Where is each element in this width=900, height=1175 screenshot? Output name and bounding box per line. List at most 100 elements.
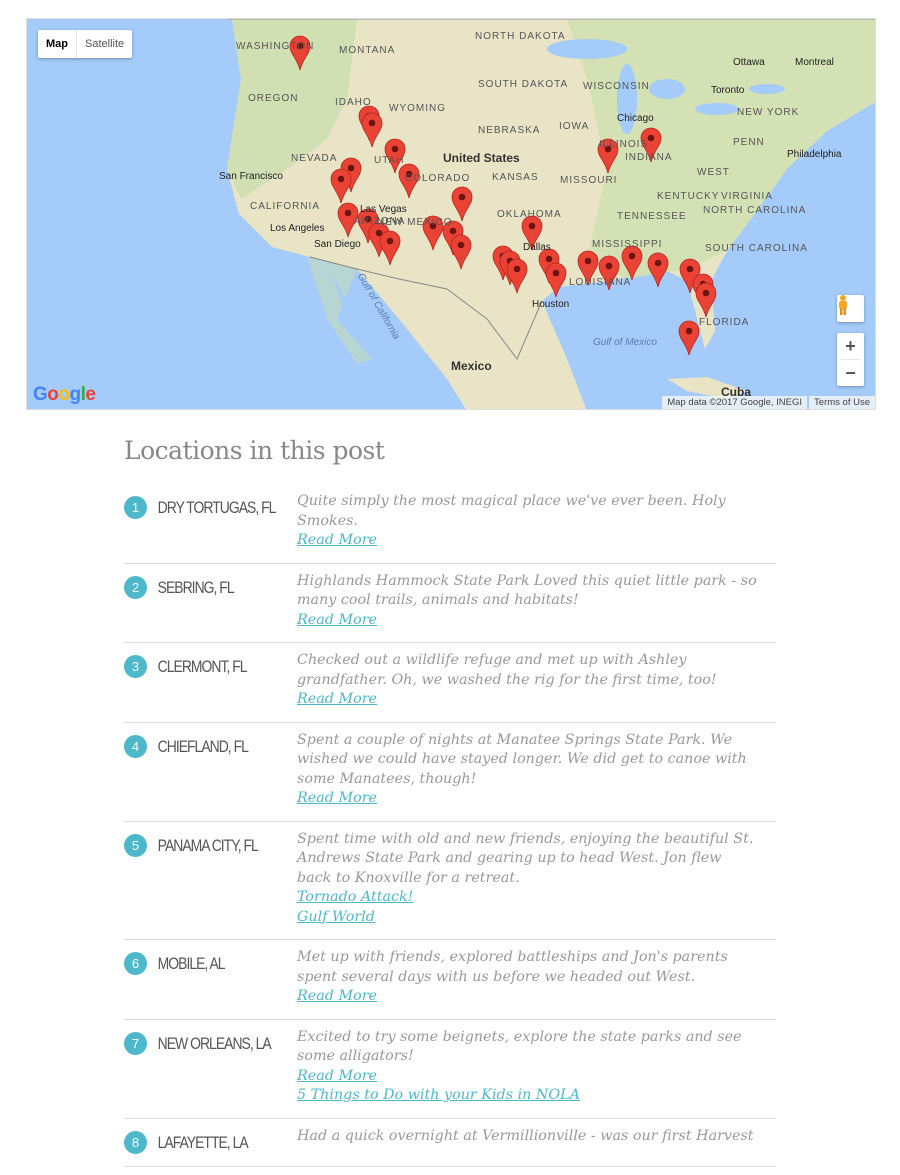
street-view-pegman-icon[interactable] [837,295,864,322]
location-description-block: Had a quick overnight at Vermillionville… [297,1127,757,1154]
map-label: OREGON [248,93,299,104]
location-link[interactable]: Read More [297,789,757,809]
map-label: ILLINOIS [599,139,649,150]
location-number-badge: 3 [124,655,147,678]
location-item: 5 Panama City, FL Spent time with old an… [124,830,776,940]
location-link[interactable]: 5 Things to Do with your Kids in NOLA [297,1086,757,1106]
map-label: MONTANA [339,45,396,56]
map-label: VIRGINIA [721,191,773,202]
location-description: Spent time with old and new friends, enj… [297,830,754,886]
map-label: KANSAS [492,172,539,183]
map-label: IDAHO [335,97,372,108]
map-type-control: Map Satellite [38,30,133,58]
location-name: Lafayette, LA [157,1132,249,1152]
location-description: Spent a couple of nights at Manatee Spri… [297,731,747,787]
google-logo[interactable]: Google [33,384,96,406]
map-label: ARIZONA [354,216,406,227]
terms-of-use-link[interactable]: Terms of Use [809,396,875,409]
map-label: WISCONSIN [583,81,650,92]
location-item: 2 Sebring, FL Highlands Hammock State Pa… [124,572,776,643]
map-label: COLORADO [405,173,471,184]
map-label: WASHINGTON [236,41,315,52]
map-label: Houston [532,299,570,310]
location-link[interactable]: Read More [297,611,757,631]
location-description: Excited to try some beignets, explore th… [297,1028,742,1065]
location-description: Checked out a wildlife refuge and met up… [297,652,717,688]
location-item: 1 Dry Tortugas, FL Quite simply the most… [124,492,776,564]
map-type-map-button[interactable]: Map [38,30,77,58]
map-label: Gulf of Mexico [593,337,657,348]
location-description-block: Spent time with old and new friends, enj… [297,830,757,928]
location-number-badge: 7 [124,1031,147,1055]
location-item: 6 Mobile, AL Met up with friends, explor… [124,948,776,1020]
map-label: Ottawa [733,57,765,68]
location-description: Quite simply the most magical place we'v… [297,493,726,529]
location-link[interactable]: Read More [297,1067,757,1087]
map-label: SOUTH DAKOTA [478,79,569,90]
location-number-badge: 1 [124,496,147,519]
zoom-out-button[interactable]: − [837,360,864,386]
section-title: Locations in this post [124,436,385,465]
map-label: NEW YORK [737,107,800,118]
map-label: Mexico [451,359,492,373]
location-number-badge: 8 [124,1130,147,1154]
map-label: WYOMING [389,103,446,114]
location-description-block: Checked out a wildlife refuge and met up… [297,651,757,710]
map-label: KENTUCKY [657,191,720,202]
map-label: UTAH [374,155,405,166]
map-label: WEST [697,167,730,178]
location-description-block: Spent a couple of nights at Manatee Spri… [297,731,757,809]
map-label: NORTH CAROLINA [703,205,807,216]
map-label: NEBRASKA [478,125,541,136]
location-description-block: Highlands Hammock State Park Loved this … [297,572,757,631]
map-label: OKLAHOMA [497,209,562,220]
map-label: FLORIDA [699,317,750,328]
location-item: 4 Chiefland, FL Spent a couple of nights… [124,731,776,822]
map-label: Chicago [617,113,654,124]
map-label: San Francisco [219,171,283,182]
locations-list: 1 Dry Tortugas, FL Quite simply the most… [124,492,776,1175]
map[interactable]: WASHINGTON MONTANA NORTH DAKOTA OREGON IDAHO… [26,18,876,410]
location-name: Chiefland, FL [157,736,249,756]
location-item: 3 Clermont, FL Checked out a wildlife re… [124,651,776,723]
map-label: LOUISIANA [569,277,632,288]
map-label: Toronto [711,85,745,96]
location-link[interactable]: Read More [297,987,757,1007]
map-label: TENNESSEE [617,211,687,222]
location-description-block: Met up with friends, explored battleship… [297,948,757,1007]
location-description: Highlands Hammock State Park Loved this … [297,572,757,609]
map-label: SOUTH CAROLINA [705,243,808,254]
map-type-satellite-button[interactable]: Satellite [77,30,132,58]
map-label: PENN [733,137,765,148]
location-name: Sebring, FL [157,577,235,597]
location-name: Panama City, FL [157,835,259,855]
map-label: United States [443,151,520,165]
location-link[interactable]: Gulf World [297,908,757,928]
location-description-block: Quite simply the most magical place we'v… [297,492,757,551]
map-marker-icon[interactable] [647,252,669,288]
location-number-badge: 2 [124,575,147,599]
map-label: CALIFORNIA [250,201,321,212]
map-marker-icon[interactable] [678,320,700,356]
location-name: Mobile, AL [157,954,226,973]
location-name: New Orleans, LA [157,1033,272,1053]
location-description-block: Excited to try some beignets, explore th… [297,1028,757,1106]
location-link[interactable]: Read More [297,531,757,551]
location-link[interactable]: Tornado Attack! [297,888,757,908]
map-label: MISSISSIPPI [592,239,663,250]
map-data-attribution: Map data ©2017 Google, INEGI [662,396,808,409]
location-name: Dry Tortugas, FL [157,498,277,517]
zoom-in-button[interactable]: + [837,333,864,359]
map-label: San Diego [314,239,361,250]
zoom-control: + − [837,333,864,386]
location-number-badge: 6 [124,952,147,975]
map-label: NEVADA [291,153,338,164]
map-label: MISSOURI [560,175,618,186]
map-label: IOWA [559,121,590,132]
map-label: Philadelphia [787,149,842,160]
map-label: Los Angeles [270,223,325,234]
map-label: Montreal [795,57,834,68]
map-label: INDIANA [625,152,673,163]
location-link[interactable]: Read More [297,690,757,710]
location-name: Clermont, FL [157,657,248,676]
